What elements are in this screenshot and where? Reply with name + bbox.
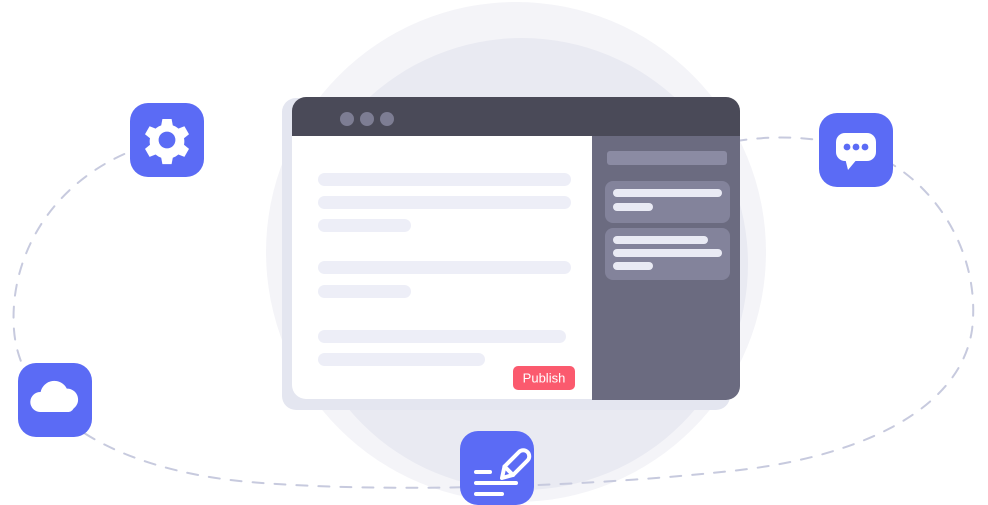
illustration-scene: Publish (0, 0, 988, 505)
cloud-tile[interactable] (18, 363, 92, 437)
settings-tile-bg[interactable] (130, 103, 204, 177)
edit-tile[interactable] (460, 431, 534, 505)
chat-tile[interactable] (819, 113, 893, 187)
settings-tile[interactable] (130, 103, 204, 177)
icon-tiles-layer (18, 103, 893, 505)
